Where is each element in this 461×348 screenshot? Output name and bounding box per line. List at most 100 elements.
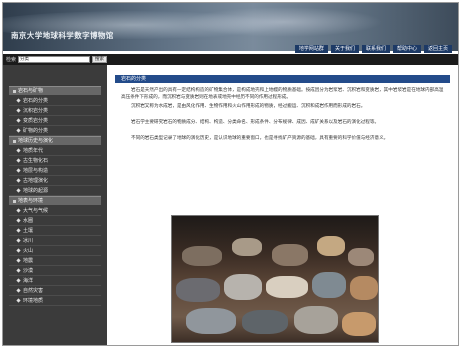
rock-specimen (272, 244, 308, 266)
diamond-bullet-icon (16, 268, 21, 273)
search-input[interactable]: 分类 (18, 56, 91, 63)
nav-item[interactable]: 关于我们 (330, 45, 359, 53)
sidebar-item-label: 地层与构造 (23, 167, 49, 174)
nav-item[interactable]: 联系我们 (361, 45, 390, 53)
sidebar-item-label: 火山 (23, 247, 34, 254)
rock-specimen (342, 312, 376, 336)
rock-specimen (266, 276, 308, 298)
sidebar-item[interactable]: 沙漠 (9, 266, 101, 276)
diamond-bullet-icon (16, 218, 21, 223)
sidebar-item[interactable]: 地震 (9, 256, 101, 266)
diamond-bullet-icon (16, 158, 21, 163)
article-paragraph: 岩石学主要研究岩石的物质成分、结构、构造、分类命名、形成条件、分布规律、成因、成… (131, 120, 380, 125)
nav-item[interactable]: 地学网站群 (294, 45, 328, 53)
nav-item[interactable]: 返回主页 (423, 45, 452, 53)
article-paragraph: 沉积岩又称为水成岩，是由风化作用、生物作用和火山作用形成的物质，经过搬运、沉积和… (131, 104, 366, 109)
sidebar-item-label: 水圈 (23, 217, 34, 224)
sidebar: 岩石与矿物 岩石的分类 沉积岩分类 变质岩分类 矿物的分类 地球历史与演化 地质… (3, 65, 107, 345)
sidebar-item[interactable]: 大气与气候 (9, 206, 101, 216)
square-icon (13, 139, 16, 143)
rock-exhibit-photo (171, 215, 379, 343)
sidebar-item[interactable]: 火山 (9, 246, 101, 256)
sidebar-item-label: 沙漠 (23, 267, 34, 274)
diamond-bullet-icon (16, 238, 21, 243)
sidebar-item[interactable]: 冰川 (9, 236, 101, 246)
sidebar-item[interactable]: 沉积岩分类 (9, 106, 101, 116)
rock-specimen (232, 238, 262, 256)
square-icon (13, 89, 16, 93)
rock-specimen (294, 306, 338, 334)
diamond-bullet-icon (16, 208, 21, 213)
diamond-bullet-icon (16, 258, 21, 263)
diamond-bullet-icon (16, 178, 21, 183)
sidebar-item[interactable]: 自然灾害 (9, 286, 101, 296)
diamond-bullet-icon (16, 118, 21, 123)
sidebar-item-label: 岩石的分类 (23, 97, 49, 104)
sidebar-item-label: 冰川 (23, 237, 34, 244)
diamond-bullet-icon (16, 108, 21, 113)
diamond-bullet-icon (16, 168, 21, 173)
sidebar-item-label: 环境地质 (23, 297, 44, 304)
sidebar-item-label: 大气与气候 (23, 207, 49, 214)
sidebar-item-label: 矿物的分类 (23, 127, 49, 134)
rock-specimen (224, 274, 262, 300)
rock-specimen (242, 310, 288, 334)
sidebar-item-label: 古生物化石 (23, 157, 49, 164)
main-content: 岩石的分类 岩石是天然产出的具有一定结构构造的矿物集合体，是构成地壳和上地幔的物… (113, 65, 458, 345)
diamond-bullet-icon (16, 298, 21, 303)
sidebar-item-label: 沉积岩分类 (23, 107, 49, 114)
sidebar-item-label: 地球的起源 (23, 187, 49, 194)
sidebar-section-title: 地球历史与演化 (18, 137, 54, 144)
search-bar: 检索 分类 搜索 (3, 54, 458, 65)
rock-specimen (312, 272, 346, 298)
diamond-bullet-icon (16, 188, 21, 193)
sidebar-section-header[interactable]: 地球历史与演化 (9, 136, 101, 145)
sidebar-section-header[interactable]: 岩石与矿物 (9, 86, 101, 95)
sidebar-item[interactable]: 环境地质 (9, 296, 101, 306)
rock-specimen (350, 276, 378, 300)
diamond-bullet-icon (16, 228, 21, 233)
site-title: 南京大学地球科学数字博物馆 (11, 31, 114, 40)
sidebar-item[interactable]: 地层与构造 (9, 166, 101, 176)
square-icon (13, 199, 16, 203)
sidebar-section-title: 岩石与矿物 (18, 87, 44, 94)
sidebar-item[interactable]: 海洋 (9, 276, 101, 286)
sidebar-item[interactable]: 矿物的分类 (9, 126, 101, 136)
top-nav: 地学网站群 关于我们 联系我们 帮助中心 返回主页 (294, 45, 452, 53)
sidebar-item[interactable]: 岩石的分类 (9, 96, 101, 106)
rock-specimen (186, 308, 236, 334)
sidebar-item[interactable]: 土壤 (9, 226, 101, 236)
sidebar-item[interactable]: 变质岩分类 (9, 116, 101, 126)
header-banner: 南京大学地球科学数字博物馆 (3, 3, 458, 51)
article-paragraph: 岩石是天然产出的具有一定结构构造的矿物集合体，是构成地壳和上地幔的物质基础。按成… (121, 88, 444, 100)
sidebar-section-title: 地表与环境 (18, 197, 44, 204)
diamond-bullet-icon (16, 288, 21, 293)
rock-specimen (182, 246, 222, 266)
sidebar-item-label: 地质年代 (23, 147, 44, 154)
rock-specimen (176, 278, 220, 302)
sidebar-item[interactable]: 古生物化石 (9, 156, 101, 166)
sidebar-item[interactable]: 地球的起源 (9, 186, 101, 196)
sidebar-item[interactable]: 水圈 (9, 216, 101, 226)
sidebar-item-label: 变质岩分类 (23, 117, 49, 124)
article-paragraph: 不同的岩石类型记录了地球的演化历史，是认识地球的重要窗口，也是寻找矿产资源的基础… (131, 136, 389, 141)
diamond-bullet-icon (16, 248, 21, 253)
sidebar-item-label: 土壤 (23, 227, 34, 234)
sidebar-item-label: 海洋 (23, 277, 34, 284)
diamond-bullet-icon (16, 128, 21, 133)
panel-title: 岩石的分类 (115, 75, 450, 83)
sidebar-item-label: 古地理演化 (23, 177, 49, 184)
sidebar-section-header[interactable]: 地表与环境 (9, 196, 101, 205)
diamond-bullet-icon (16, 98, 21, 103)
diamond-bullet-icon (16, 148, 21, 153)
rock-specimen (348, 248, 374, 266)
diamond-bullet-icon (16, 278, 21, 283)
rock-specimen (317, 236, 345, 256)
sidebar-item[interactable]: 地质年代 (9, 146, 101, 156)
sidebar-item[interactable]: 古地理演化 (9, 176, 101, 186)
search-button[interactable]: 搜索 (92, 56, 108, 63)
page-frame: 南京大学地球科学数字博物馆 地学网站群 关于我们 联系我们 帮助中心 返回主页 … (2, 2, 459, 346)
sidebar-item-label: 自然灾害 (23, 287, 44, 294)
article-body: 岩石是天然产出的具有一定结构构造的矿物集合体，是构成地壳和上地幔的物质基础。按成… (115, 83, 450, 149)
nav-item[interactable]: 帮助中心 (392, 45, 421, 53)
